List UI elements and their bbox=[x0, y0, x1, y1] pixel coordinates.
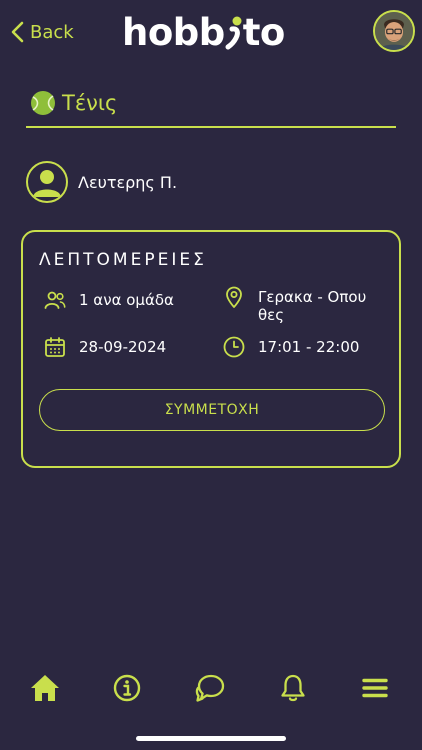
nav-home[interactable] bbox=[27, 670, 63, 706]
location-pin-icon bbox=[226, 286, 242, 308]
group-info: 1 ανα ομάδα bbox=[43, 288, 174, 312]
bottom-nav bbox=[0, 664, 422, 710]
time-text: 17:01 - 22:00 bbox=[258, 338, 360, 356]
details-title: ΛΕΠΤΟΜΕΡΕΙΕΣ bbox=[39, 250, 207, 270]
tennis-ball-icon bbox=[31, 91, 55, 115]
nav-info[interactable] bbox=[109, 670, 145, 706]
organizer-name: Λευτερης Π. bbox=[78, 172, 178, 192]
people-icon bbox=[44, 291, 66, 309]
back-button[interactable]: Back bbox=[8, 19, 74, 45]
home-icon bbox=[31, 675, 59, 701]
group-text: 1 ανα ομάδα bbox=[79, 291, 174, 309]
calendar-icon bbox=[45, 337, 65, 357]
location-line-1: Γερακα - Οπου bbox=[258, 288, 367, 306]
location-info: Γερακα - Οπου θες bbox=[222, 285, 366, 324]
location-line-2: θες bbox=[258, 306, 285, 324]
details-card: ΛΕΠΤΟΜΕΡΕΙΕΣ 1 ανα ομάδα Γερακα - Οπου θ… bbox=[21, 230, 401, 468]
bell-icon bbox=[281, 674, 305, 702]
join-button[interactable]: ΣΥΜΜΕΤΟΧΗ bbox=[39, 389, 385, 431]
nav-chat[interactable] bbox=[192, 670, 228, 706]
top-bar: Back hobb to bbox=[0, 0, 422, 64]
organizer-row[interactable]: Λευτερης Π. bbox=[26, 159, 177, 205]
back-label: Back bbox=[30, 21, 74, 43]
avatar-face-icon bbox=[375, 12, 413, 50]
user-silhouette-icon bbox=[26, 161, 68, 203]
chat-icon bbox=[195, 674, 225, 702]
sport-header: Τένις bbox=[30, 88, 117, 118]
header-divider bbox=[26, 126, 396, 128]
sport-title: Τένις bbox=[62, 91, 118, 115]
home-indicator bbox=[136, 736, 286, 741]
logo-figure-icon bbox=[225, 16, 242, 50]
logo-text-left: hobb bbox=[122, 10, 225, 54]
clock-icon bbox=[223, 336, 245, 358]
date-text: 28-09-2024 bbox=[79, 338, 167, 356]
profile-avatar[interactable] bbox=[373, 10, 415, 52]
hobbito-logo: hobb to bbox=[122, 8, 302, 56]
nav-notifications[interactable] bbox=[275, 670, 311, 706]
nav-menu[interactable] bbox=[357, 670, 393, 706]
menu-icon bbox=[362, 678, 388, 698]
logo-text-right: to bbox=[242, 10, 286, 54]
chevron-left-icon bbox=[11, 21, 24, 43]
location-text: Γερακα - Οπου θες bbox=[258, 285, 366, 324]
info-icon bbox=[113, 674, 141, 702]
time-info: 17:01 - 22:00 bbox=[222, 335, 359, 359]
date-info: 28-09-2024 bbox=[43, 335, 166, 359]
